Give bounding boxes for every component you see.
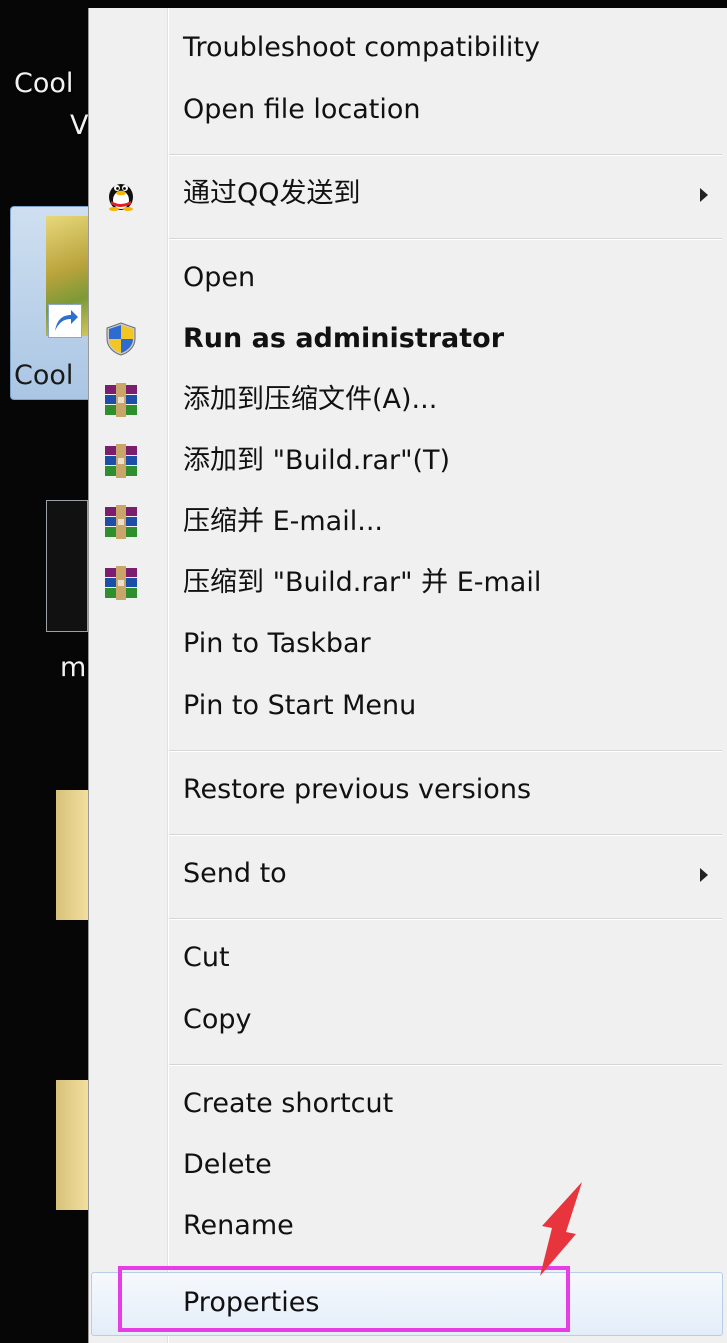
menu-item-send-to[interactable]: Send to	[89, 844, 727, 904]
menu-item-label: Restore previous versions	[183, 774, 532, 805]
file-icon[interactable]	[46, 500, 88, 632]
menu-item-compress-and-email[interactable]: 压缩并 E-mail...	[89, 492, 727, 552]
folder-icon[interactable]	[56, 790, 88, 920]
menu-separator	[169, 1064, 722, 1066]
annotation-highlight-box	[118, 1266, 570, 1332]
menu-item-label: 添加到 "Build.rar"(T)	[183, 445, 451, 476]
menu-separator	[169, 238, 722, 240]
menu-item-label: Rename	[183, 1210, 294, 1241]
context-menu: Troubleshoot compatibility Open file loc…	[88, 8, 727, 1343]
submenu-arrow-icon	[700, 868, 708, 882]
annotation-arrow-icon	[540, 1182, 582, 1276]
menu-item-label: 添加到压缩文件(A)...	[183, 384, 438, 415]
menu-item-label: Open file location	[183, 94, 421, 125]
menu-separator	[169, 750, 722, 752]
winrar-icon	[103, 444, 139, 478]
menu-separator	[169, 834, 722, 836]
uac-shield-icon	[103, 322, 139, 356]
menu-item-add-to-build-rar[interactable]: 添加到 "Build.rar"(T)	[89, 431, 727, 491]
menu-item-create-shortcut[interactable]: Create shortcut	[89, 1074, 727, 1134]
menu-item-delete[interactable]: Delete	[89, 1135, 727, 1195]
menu-item-open[interactable]: Open	[89, 248, 727, 308]
menu-item-open-file-location[interactable]: Open file location	[89, 80, 727, 140]
menu-item-restore-previous-versions[interactable]: Restore previous versions	[89, 760, 727, 820]
menu-item-compress-to-build-rar-and-email[interactable]: 压缩到 "Build.rar" 并 E-mail	[89, 553, 727, 613]
menu-item-label: 压缩并 E-mail...	[183, 506, 383, 537]
menu-item-label: Copy	[183, 1004, 252, 1035]
menu-item-label: Open	[183, 262, 256, 293]
menu-item-run-as-administrator[interactable]: Run as administrator	[89, 309, 727, 369]
desktop-icon-label: Cool	[14, 360, 74, 391]
menu-item-label: Delete	[183, 1149, 272, 1180]
menu-item-cut[interactable]: Cut	[89, 928, 727, 988]
menu-item-copy[interactable]: Copy	[89, 990, 727, 1050]
menu-item-label: Run as administrator	[183, 323, 505, 354]
menu-separator	[169, 918, 722, 920]
shortcut-arrow-icon	[48, 304, 82, 338]
menu-item-label: Troubleshoot compatibility	[183, 32, 540, 63]
menu-item-send-via-qq[interactable]: 通过QQ发送到	[89, 164, 727, 224]
folder-icon[interactable]	[56, 1080, 88, 1210]
menu-item-pin-to-taskbar[interactable]: Pin to Taskbar	[89, 614, 727, 674]
winrar-icon	[103, 505, 139, 539]
winrar-icon	[103, 566, 139, 600]
menu-item-troubleshoot-compatibility[interactable]: Troubleshoot compatibility	[89, 18, 727, 78]
menu-separator	[169, 154, 722, 156]
menu-item-label: 通过QQ发送到	[183, 178, 361, 209]
desktop-background: Cool V Cool m	[0, 0, 88, 1343]
submenu-arrow-icon	[700, 188, 708, 202]
menu-item-label: Send to	[183, 858, 287, 889]
menu-item-add-to-archive[interactable]: 添加到压缩文件(A)...	[89, 370, 727, 430]
winrar-icon	[103, 383, 139, 417]
menu-item-label: Create shortcut	[183, 1088, 394, 1119]
menu-item-label: Pin to Start Menu	[183, 690, 417, 721]
qq-penguin-icon	[103, 177, 139, 211]
menu-item-rename[interactable]: Rename	[89, 1196, 727, 1256]
menu-item-label: Pin to Taskbar	[183, 628, 371, 659]
menu-item-pin-to-start-menu[interactable]: Pin to Start Menu	[89, 676, 727, 736]
desktop-icon-label: V	[70, 110, 88, 141]
desktop-icon-label: m	[60, 652, 87, 683]
menu-item-label: Cut	[183, 942, 230, 973]
menu-item-label: 压缩到 "Build.rar" 并 E-mail	[183, 567, 542, 598]
desktop-icon-label: Cool	[14, 68, 74, 99]
